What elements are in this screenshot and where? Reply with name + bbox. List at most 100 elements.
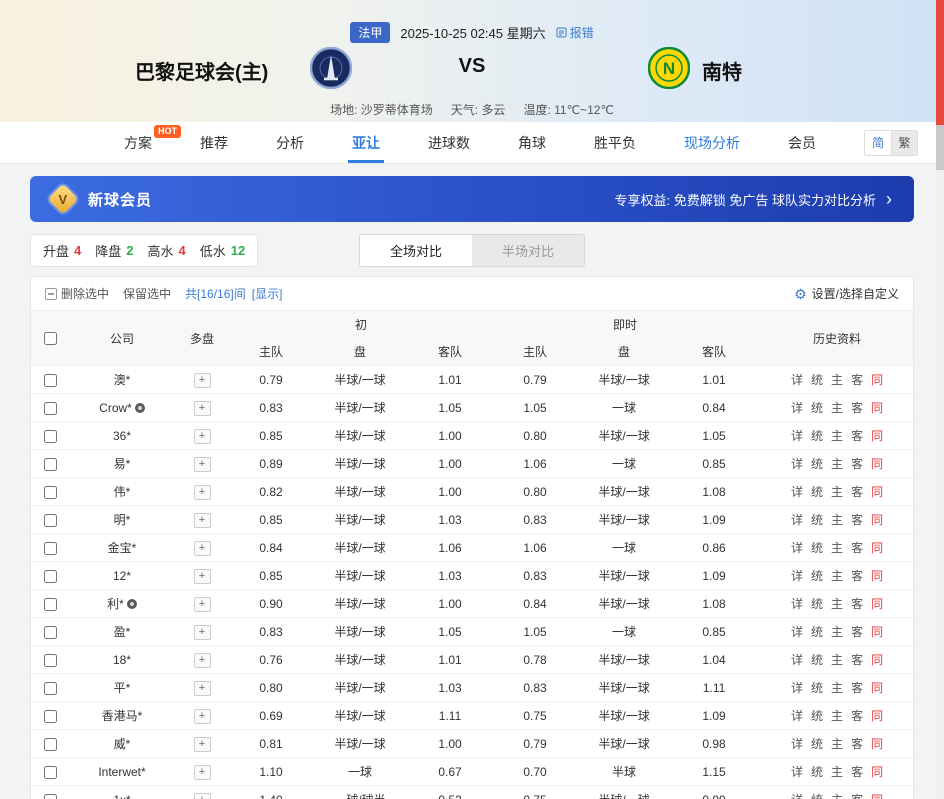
row-checkbox[interactable] [44,374,57,387]
history-link-同[interactable]: 同 [871,457,883,471]
history-link-客[interactable]: 客 [851,737,863,751]
history-link-同[interactable]: 同 [871,737,883,751]
history-link-统[interactable]: 统 [811,625,823,639]
history-link-主[interactable]: 主 [831,569,843,583]
history-link-主[interactable]: 主 [831,709,843,723]
show-link[interactable]: [显示] [252,285,283,302]
history-link-统[interactable]: 统 [811,569,823,583]
scrollbar-thumb[interactable] [936,0,944,125]
expand-multi-button[interactable]: + [194,737,211,752]
company-name[interactable]: 1x* [113,793,130,799]
history-link-客[interactable]: 客 [851,653,863,667]
row-checkbox[interactable] [44,570,57,583]
tab-亚让[interactable]: 亚让 [352,122,380,163]
history-link-主[interactable]: 主 [831,373,843,387]
history-link-同[interactable]: 同 [871,513,883,527]
history-link-同[interactable]: 同 [871,597,883,611]
history-link-主[interactable]: 主 [831,457,843,471]
history-link-客[interactable]: 客 [851,485,863,499]
settings-button[interactable]: ⚙ 设置/选择自定义 [794,285,899,302]
history-link-客[interactable]: 客 [851,373,863,387]
page-scrollbar[interactable] [936,0,944,799]
tab-分析[interactable]: 分析 [276,122,304,163]
history-link-主[interactable]: 主 [831,401,843,415]
tab-推荐[interactable]: 推荐 [200,122,228,163]
history-link-同[interactable]: 同 [871,625,883,639]
history-link-同[interactable]: 同 [871,653,883,667]
row-checkbox[interactable] [44,794,57,799]
history-link-客[interactable]: 客 [851,513,863,527]
expand-multi-button[interactable]: + [194,401,211,416]
history-link-主[interactable]: 主 [831,485,843,499]
history-link-统[interactable]: 统 [811,653,823,667]
history-link-统[interactable]: 统 [811,401,823,415]
row-checkbox[interactable] [44,710,57,723]
history-link-统[interactable]: 统 [811,373,823,387]
row-checkbox[interactable] [44,766,57,779]
expand-multi-button[interactable]: + [194,541,211,556]
history-link-详[interactable]: 详 [791,681,803,695]
keep-selected-button[interactable]: 保留选中 [123,285,171,302]
company-name[interactable]: 36* [113,429,131,443]
history-link-同[interactable]: 同 [871,569,883,583]
report-error-link[interactable]: 报错 [556,24,594,41]
history-link-客[interactable]: 客 [851,569,863,583]
history-link-主[interactable]: 主 [831,681,843,695]
history-link-详[interactable]: 详 [791,765,803,779]
company-name[interactable]: 金宝* [108,541,137,555]
expand-multi-button[interactable]: + [194,653,211,668]
company-name[interactable]: 香港马* [102,709,143,723]
history-link-客[interactable]: 客 [851,709,863,723]
history-link-主[interactable]: 主 [831,597,843,611]
row-checkbox[interactable] [44,486,57,499]
tab-方案[interactable]: 方案HOT [124,122,152,163]
history-link-统[interactable]: 统 [811,765,823,779]
row-checkbox[interactable] [44,402,57,415]
history-link-详[interactable]: 详 [791,457,803,471]
company-name[interactable]: 伟* [114,485,131,499]
company-name[interactable]: Interwet* [98,765,145,779]
lang-simplified-button[interactable]: 简 [865,131,891,155]
company-name[interactable]: 盈* [114,625,131,639]
history-link-同[interactable]: 同 [871,681,883,695]
row-checkbox[interactable] [44,430,57,443]
history-link-同[interactable]: 同 [871,765,883,779]
tab-角球[interactable]: 角球 [518,122,546,163]
history-link-详[interactable]: 详 [791,709,803,723]
company-name[interactable]: 12* [113,569,131,583]
history-link-统[interactable]: 统 [811,485,823,499]
tab-会员[interactable]: 会员 [788,122,816,163]
history-link-同[interactable]: 同 [871,709,883,723]
history-link-同[interactable]: 同 [871,485,883,499]
history-link-详[interactable]: 详 [791,597,803,611]
company-name[interactable]: 利* [107,597,124,611]
history-link-统[interactable]: 统 [811,457,823,471]
row-checkbox[interactable] [44,514,57,527]
history-link-统[interactable]: 统 [811,709,823,723]
lang-traditional-button[interactable]: 繁 [891,131,917,155]
history-link-详[interactable]: 详 [791,429,803,443]
history-link-详[interactable]: 详 [791,569,803,583]
history-link-同[interactable]: 同 [871,793,883,799]
expand-multi-button[interactable]: + [194,429,211,444]
history-link-主[interactable]: 主 [831,737,843,751]
history-link-同[interactable]: 同 [871,541,883,555]
company-name[interactable]: Crow* [99,401,132,415]
company-name[interactable]: 威* [114,737,131,751]
history-link-主[interactable]: 主 [831,625,843,639]
history-link-详[interactable]: 详 [791,401,803,415]
history-link-详[interactable]: 详 [791,793,803,799]
row-checkbox[interactable] [44,654,57,667]
history-link-统[interactable]: 统 [811,737,823,751]
history-link-同[interactable]: 同 [871,373,883,387]
history-link-客[interactable]: 客 [851,401,863,415]
history-link-统[interactable]: 统 [811,597,823,611]
history-link-详[interactable]: 详 [791,373,803,387]
tab-胜平负[interactable]: 胜平负 [594,122,636,163]
company-name[interactable]: 明* [114,513,131,527]
history-link-客[interactable]: 客 [851,765,863,779]
expand-multi-button[interactable]: + [194,485,211,500]
row-checkbox[interactable] [44,542,57,555]
history-link-详[interactable]: 详 [791,485,803,499]
history-link-统[interactable]: 统 [811,681,823,695]
